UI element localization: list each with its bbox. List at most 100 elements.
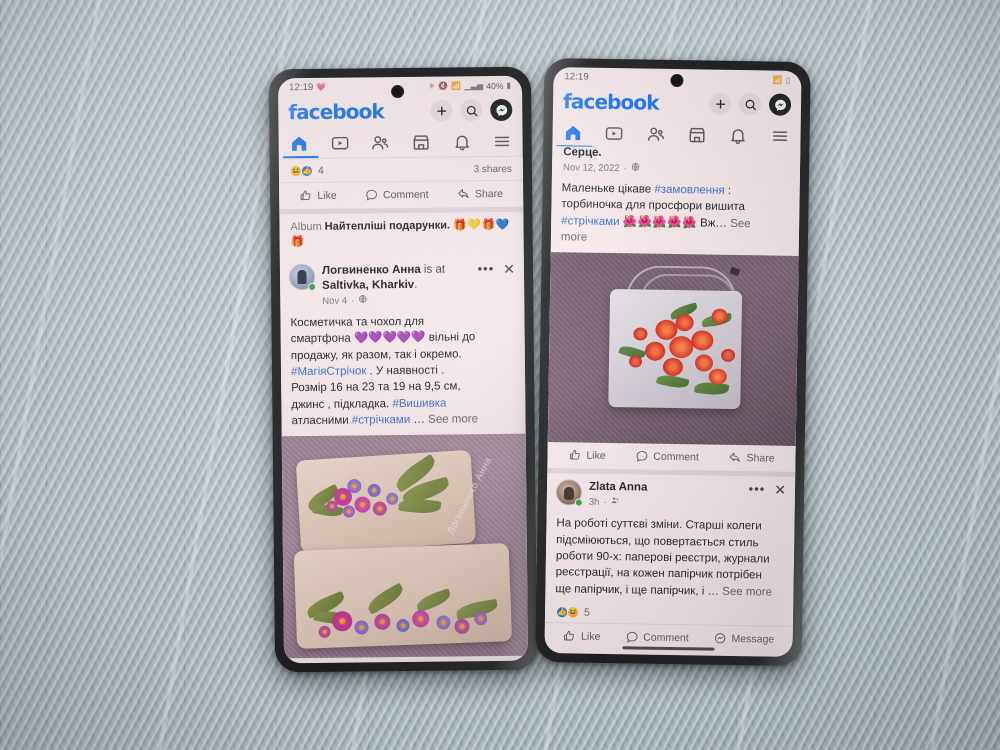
- tab-marketplace[interactable]: [676, 119, 718, 150]
- post-connector: is: [423, 263, 433, 276]
- album-title: Найтепліші подарунки.: [324, 219, 451, 233]
- add-button[interactable]: [708, 92, 732, 115]
- online-status-dot: [308, 282, 317, 291]
- close-icon[interactable]: ✕: [774, 482, 786, 498]
- comment-label: Comment: [643, 631, 689, 644]
- like-button[interactable]: Like: [563, 629, 600, 643]
- reaction-summary[interactable]: 👍 😆 5: [555, 606, 590, 619]
- right-app-header: facebook: [553, 86, 801, 121]
- wifi-icon: 📶: [772, 75, 783, 85]
- comment-button[interactable]: Comment: [635, 450, 699, 464]
- post-location-suffix: .: [414, 278, 418, 291]
- avatar[interactable]: [555, 479, 583, 507]
- bottom-see-more-link[interactable]: See more: [722, 586, 772, 599]
- right-header-actions: [708, 92, 792, 116]
- tab-video[interactable]: [319, 127, 360, 157]
- bottom-post-timestamp-row: 3h ·: [589, 496, 742, 510]
- ellipsis-icon[interactable]: •••: [749, 482, 766, 497]
- globe-icon: [631, 162, 640, 174]
- album-row[interactable]: Album Найтепліші подарунки. 🎁💛🎁💙 🎁: [279, 212, 523, 258]
- tab-video[interactable]: [594, 118, 636, 149]
- messenger-button[interactable]: [768, 93, 792, 116]
- tab-home[interactable]: [552, 117, 594, 148]
- top-post-photo[interactable]: [547, 252, 799, 447]
- hashtag-vyshyvka[interactable]: #Вишивка: [392, 397, 446, 410]
- close-icon[interactable]: ✕: [503, 261, 515, 277]
- tab-home[interactable]: [278, 128, 319, 158]
- add-button[interactable]: [430, 99, 453, 122]
- like-label: Like: [581, 630, 601, 643]
- left-phone-screen: 12:19 💗 ✳ 🔇 📶 ▁▃▅ 40% ▮ facebook 😆 👍 4 3…: [277, 75, 529, 664]
- comment-button[interactable]: Comment: [625, 630, 689, 644]
- share-button[interactable]: Share: [728, 451, 775, 465]
- left-feed: 😆 👍 4 3 shares Like Comment Share Album …: [278, 156, 529, 659]
- ellipsis-icon[interactable]: •••: [477, 261, 494, 276]
- post-meta: Логвиненко Анна is at Saltivka, Kharkiv.…: [322, 262, 471, 307]
- active-tab-underline: [282, 155, 319, 159]
- right-status-time: 12:19: [564, 71, 589, 83]
- share-label: Share: [474, 187, 504, 200]
- top-post-header: Серце. Nov 12, 2022 ·: [552, 146, 800, 177]
- tab-notifications[interactable]: [441, 126, 482, 156]
- like-button[interactable]: Like: [299, 189, 337, 202]
- post-timestamp-row: Nov 4 ·: [322, 293, 471, 307]
- top-see-more-part1[interactable]: See: [730, 218, 751, 230]
- post-author-line: Логвиненко Анна is at Saltivka, Kharkiv.: [322, 262, 471, 294]
- bluetooth-icon: ✳: [428, 81, 436, 91]
- tab-friends[interactable]: [635, 118, 677, 149]
- share-label: Share: [746, 451, 775, 465]
- tab-menu[interactable]: [482, 126, 523, 156]
- left-status-left: 12:19 💗: [289, 82, 326, 93]
- left-battery-percent: 40%: [486, 80, 504, 91]
- cord-tip-1: [729, 267, 741, 277]
- messenger-button[interactable]: [490, 98, 513, 122]
- bottom-post-author[interactable]: Zlata Anna: [589, 480, 742, 498]
- haha-icon: 😆: [566, 606, 580, 619]
- message-button[interactable]: Message: [713, 632, 774, 646]
- top-post-timestamp: Nov 12, 2022: [562, 161, 620, 174]
- hashtag-zamovlennya[interactable]: #замовлення: [654, 184, 724, 197]
- post-controls: ••• ✕: [749, 482, 787, 499]
- pouch-image-bottom: [293, 543, 513, 650]
- left-status-right: ✳ 🔇 📶 ▁▃▅ 40% ▮: [428, 80, 511, 91]
- tab-marketplace[interactable]: [400, 127, 441, 157]
- see-more-link[interactable]: See more: [428, 413, 478, 426]
- tab-notifications[interactable]: [718, 120, 760, 151]
- friends-icon: [610, 497, 619, 509]
- post-author-name[interactable]: Логвиненко Анна: [322, 263, 421, 276]
- post-action-prefix: at: [435, 263, 446, 276]
- flower-emoji: 🌺🌺🌺🌺🌺: [622, 215, 697, 230]
- bottom-post-header: Zlata Anna 3h · ••• ✕: [547, 473, 796, 513]
- post-photo[interactable]: Логвиненко Анна: [281, 434, 529, 659]
- facebook-logo: facebook: [288, 99, 384, 125]
- reaction-summary[interactable]: 😆 👍 4: [289, 164, 324, 178]
- bottom-post-timestamp: 3h: [588, 496, 600, 508]
- post-header: Логвиненко Анна is at Saltivka, Kharkiv.…: [280, 255, 525, 309]
- reaction-count: 4: [317, 164, 324, 177]
- left-header-actions: [430, 98, 513, 122]
- avatar[interactable]: [288, 263, 317, 291]
- hashtag-magiastrichok[interactable]: #МагіяСтрічок: [291, 365, 367, 378]
- right-status-left: 12:19: [564, 71, 588, 82]
- search-button[interactable]: [460, 99, 483, 122]
- top-see-more-part2[interactable]: more: [561, 229, 789, 249]
- hashtag-strichkamy[interactable]: #стрічками: [352, 414, 410, 427]
- share-count[interactable]: 3 shares: [473, 163, 511, 174]
- post-location[interactable]: Saltivka, Kharkiv: [322, 279, 414, 292]
- left-phone-device: 12:19 💗 ✳ 🔇 📶 ▁▃▅ 40% ▮ facebook 😆 👍 4 3…: [268, 66, 538, 673]
- tab-menu[interactable]: [759, 120, 801, 151]
- like-button[interactable]: Like: [568, 449, 606, 463]
- comment-button[interactable]: Comment: [365, 188, 429, 202]
- share-button[interactable]: Share: [457, 187, 503, 200]
- post-timestamp: Nov 4: [322, 295, 348, 307]
- tab-friends[interactable]: [360, 127, 401, 157]
- wifi-icon: 📶: [451, 81, 462, 91]
- right-status-right: 📶 ▯: [773, 76, 791, 85]
- top-post-author-partial[interactable]: Серце.: [563, 146, 789, 162]
- facebook-logo: facebook: [562, 89, 659, 115]
- signal-icon: ▁▃▅: [464, 81, 484, 91]
- hashtag-strichkamy-2[interactable]: #стрічками: [561, 215, 620, 228]
- post-meta: Zlata Anna 3h ·: [589, 480, 742, 511]
- battery-icon: ▯: [785, 75, 791, 85]
- search-button[interactable]: [738, 93, 762, 116]
